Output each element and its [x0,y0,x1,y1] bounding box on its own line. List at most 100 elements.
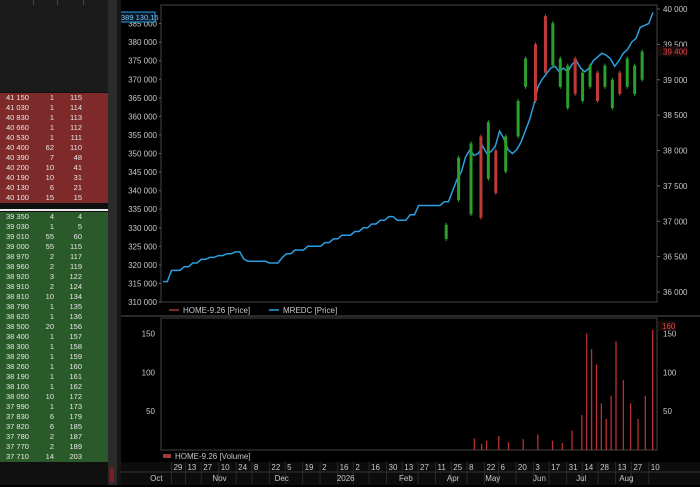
day-tick-label: 27 [420,463,429,472]
bid-level-row[interactable]: 38 100 1 162 [0,382,108,392]
volume-bar [522,439,524,450]
ask-level-row[interactable]: 40 200 10 41 [0,163,108,173]
ask-count: 112 [70,123,82,132]
bid-level-row[interactable]: 37 780 2 187 [0,432,108,442]
volume-bar [473,438,475,450]
ask-levels: 41 150 1 115 41 030 1 114 40 830 1 113 40 660 1 112… [0,93,108,203]
bid-qty: 10 [45,292,54,301]
bid-level-row[interactable]: 38 920 3 122 [0,272,108,282]
bid-count: 162 [69,382,82,391]
bid-level-row[interactable]: 39 350 4 4 [0,212,108,222]
bid-count: 187 [69,432,82,441]
left-axis-tick-label: 335 000 [128,205,157,214]
ask-count: 31 [73,173,82,182]
ask-level-row[interactable]: 40 100 15 15 [0,193,108,203]
home-candle-body [625,58,629,87]
bid-qty: 2 [49,442,54,451]
volume-bar [605,418,607,450]
day-tick-label: 11 [437,463,446,472]
bid-count: 189 [69,442,82,451]
day-tick-label: 8 [469,463,474,472]
day-tick-label: 19 [305,463,314,472]
order-book-scrollbar[interactable] [108,0,117,485]
bid-level-row[interactable]: 38 970 2 117 [0,252,108,262]
bid-level-row[interactable]: 39 030 1 5 [0,222,108,232]
day-tick-label: 31 [569,463,578,472]
right-cursor-label: 39 400 [663,47,688,56]
ask-level-row[interactable]: 41 030 1 114 [0,103,108,113]
bid-level-row[interactable]: 38 810 10 134 [0,292,108,302]
home-candle-body [486,122,490,179]
volume-bar [571,430,573,450]
month-tick-label: Jun [533,474,546,483]
bid-qty: 1 [49,332,54,341]
bid-qty: 1 [49,372,54,381]
bid-level-row[interactable]: 38 290 1 159 [0,352,108,362]
day-tick-label: 13 [187,463,196,472]
scrollbar-thumb[interactable] [110,468,114,482]
bid-level-row[interactable]: 38 260 1 160 [0,362,108,372]
ask-level-row[interactable]: 40 530 1 111 [0,133,108,143]
bid-level-row[interactable]: 37 770 2 189 [0,442,108,452]
ask-level-row[interactable]: 40 400 62 110 [0,143,108,153]
right-axis-tick-label: 39 000 [663,76,688,85]
bid-price: 38 100 [6,382,29,391]
bid-level-row[interactable]: 38 960 2 119 [0,262,108,272]
bid-level-row[interactable]: 38 790 1 135 [0,302,108,312]
day-tick-label: 29 [173,463,182,472]
bid-level-row[interactable]: 39 000 55 115 [0,242,108,252]
ask-level-row[interactable]: 40 190 10 31 [0,173,108,183]
volume-bar [498,436,500,450]
ask-level-row[interactable]: 40 130 6 21 [0,183,108,193]
bid-count: 159 [69,352,82,361]
bid-qty: 1 [49,362,54,371]
ask-level-row[interactable]: 40 830 1 113 [0,113,108,123]
left-axis-tick-label: 370 000 [128,75,157,84]
bid-level-row[interactable]: 38 500 20 156 [0,322,108,332]
bid-qty: 6 [49,412,54,421]
ask-count: 48 [73,153,82,162]
bid-price: 37 780 [6,432,29,441]
bid-price: 37 990 [6,402,29,411]
bid-count: 5 [77,222,82,231]
bid-qty: 4 [49,212,54,221]
bid-level-row[interactable]: 38 300 1 158 [0,342,108,352]
home-candle-body [640,51,644,80]
bid-qty: 20 [45,322,54,331]
day-tick-label: 2 [355,463,360,472]
day-tick-label: 10 [651,463,660,472]
ask-level-row[interactable]: 40 390 7 48 [0,153,108,163]
bid-level-row[interactable]: 37 820 6 185 [0,422,108,432]
bid-price: 37 820 [6,422,29,431]
bid-level-row[interactable]: 38 910 2 124 [0,282,108,292]
bid-qty: 2 [49,262,54,271]
bid-level-row[interactable]: 37 830 6 179 [0,412,108,422]
home-candle-body [516,100,520,137]
right-axis-tick-label: 40 000 [663,5,688,14]
ask-level-row[interactable]: 40 660 1 112 [0,123,108,133]
home-candle-body [573,58,577,94]
bid-count: 122 [69,272,82,281]
ask-price: 40 830 [6,113,29,122]
ask-price: 40 100 [6,193,29,202]
bid-level-row[interactable]: 37 990 1 173 [0,402,108,412]
bid-count: 185 [69,422,82,431]
price-volume-chart[interactable]: 385 000380 000375 000370 000365 000360 0… [118,0,700,485]
ask-level-row[interactable]: 41 150 1 115 [0,93,108,103]
bid-qty: 1 [49,342,54,351]
bid-level-row[interactable]: 37 710 14 203 [0,452,108,462]
ask-qty: 1 [49,93,54,102]
bid-level-row[interactable]: 38 620 1 136 [0,312,108,322]
home-candle-body [558,58,562,87]
right-axis-tick-label: 38 500 [663,111,688,120]
bid-level-row[interactable]: 38 190 1 161 [0,372,108,382]
bid-qty: 1 [49,352,54,361]
left-axis-tick-label: 355 000 [128,131,157,140]
chart-area[interactable]: 385 000 380 000 375 000 370 000 365 000 360 0… [118,0,700,485]
bid-level-row[interactable]: 39 010 55 60 [0,232,108,242]
volume-bar [595,364,598,450]
home-candle-body [588,65,592,87]
bid-level-row[interactable]: 38 050 10 172 [0,392,108,402]
bid-level-row[interactable]: 38 400 1 157 [0,332,108,342]
right-axis-tick-label: 38 000 [663,147,688,156]
